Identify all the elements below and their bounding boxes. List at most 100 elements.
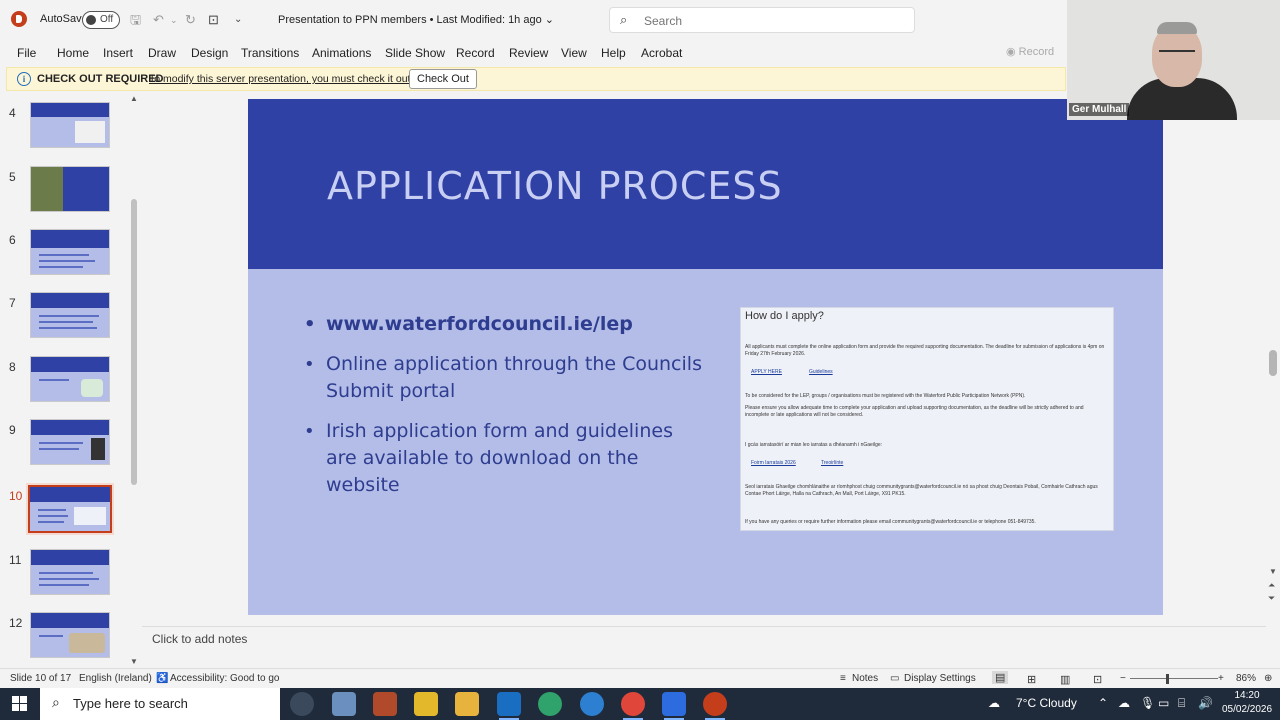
tab-view[interactable]: View	[561, 46, 587, 60]
thumbnail-number: 12	[9, 616, 23, 630]
tab-home[interactable]: Home	[57, 46, 89, 60]
weather-widget[interactable]: 7°C Cloudy	[1016, 696, 1077, 710]
scroll-down-icon[interactable]: ▼	[1269, 567, 1277, 576]
internet-explorer-icon[interactable]	[580, 692, 604, 716]
how-to-apply-screenshot[interactable]: How do I apply? All applicants must comp…	[740, 307, 1114, 531]
search-input[interactable]	[644, 12, 904, 30]
present-icon[interactable]: ⊡	[208, 12, 219, 28]
notes-icon[interactable]: ≡	[840, 673, 846, 684]
tab-slide-show[interactable]: Slide Show	[385, 46, 445, 60]
task-view-icon[interactable]	[290, 692, 314, 716]
scroll-down-icon[interactable]: ▼	[130, 657, 138, 666]
tab-record[interactable]: Record	[456, 46, 495, 60]
scrollbar-thumb[interactable]	[131, 199, 137, 485]
reading-view-icon[interactable]: ▥	[1060, 673, 1070, 686]
notes-toggle[interactable]: Notes	[852, 673, 878, 684]
zoom-slider-handle[interactable]	[1166, 674, 1169, 684]
battery-icon[interactable]: ▭	[1158, 696, 1169, 710]
weather-icon: ☁	[988, 696, 1000, 710]
display-settings-button[interactable]: Display Settings	[904, 673, 976, 684]
app-icon-2[interactable]	[373, 692, 397, 716]
fit-to-window-icon[interactable]: ⊕	[1264, 673, 1272, 684]
zoom-in-icon[interactable]: +	[1218, 673, 1224, 684]
tab-help[interactable]: Help	[601, 46, 626, 60]
slide-scrollbar[interactable]: ▼ ⏶ ⏷	[1266, 94, 1280, 668]
previous-slide-icon[interactable]: ⏶	[1268, 580, 1275, 591]
customize-toolbar-icon[interactable]: ⌄	[234, 12, 242, 28]
toggle-knob	[86, 15, 96, 25]
slide-sorter-icon[interactable]: ⊞	[1027, 673, 1036, 686]
zoom-out-icon[interactable]: −	[1120, 673, 1126, 684]
thumbnail-image	[30, 102, 110, 148]
thumbnail-slide-9[interactable]: 9	[0, 419, 130, 477]
taskbar-search-box[interactable]: ⌕ Type here to search	[40, 688, 280, 720]
undo-icon[interactable]: ↶	[153, 12, 164, 28]
next-slide-icon[interactable]: ⏷	[1268, 593, 1275, 604]
zoom-icon[interactable]	[662, 692, 686, 720]
onedrive-icon[interactable]: ☁	[1118, 696, 1130, 710]
thumbnail-number: 6	[9, 233, 16, 247]
accessibility-status[interactable]: Accessibility: Good to go	[170, 673, 280, 684]
thumbnail-image	[30, 166, 110, 212]
autosave-toggle[interactable]: Off	[82, 11, 120, 29]
tab-acrobat[interactable]: Acrobat	[641, 46, 682, 60]
search-box[interactable]: ⌕	[609, 7, 915, 33]
tab-insert[interactable]: Insert	[103, 46, 133, 60]
tab-transitions[interactable]: Transitions	[241, 46, 299, 60]
thumbnail-scrollbar[interactable]: ▲ ▼	[130, 94, 140, 668]
scrollbar-thumb[interactable]	[1269, 350, 1277, 376]
notes-pane[interactable]: Click to add notes	[142, 626, 1266, 652]
record-button[interactable]: ◉ Record	[1006, 45, 1054, 58]
file-explorer-icon[interactable]	[455, 692, 479, 716]
card-paragraph: To be considered for the LEP, groups / o…	[745, 393, 1026, 399]
slide-title[interactable]: APPLICATION PROCESS	[327, 164, 783, 208]
slideshow-view-icon[interactable]: ⊡	[1093, 673, 1102, 686]
save-icon[interactable]: 🖫	[130, 12, 141, 28]
thumbnail-image-active	[26, 483, 114, 535]
redo-icon[interactable]: ↻	[185, 12, 196, 28]
microphone-icon[interactable]: 🎙	[1140, 696, 1155, 710]
document-title[interactable]: Presentation to PPN members • Last Modif…	[278, 13, 554, 26]
slide-canvas[interactable]: APPLICATION PROCESS www.waterfordcouncil…	[248, 99, 1163, 615]
guidelines-link: Guidelines	[809, 369, 833, 375]
thumbnail-slide-12[interactable]: 12	[0, 612, 130, 668]
thumbnail-slide-6[interactable]: 6	[0, 229, 130, 287]
thumbnail-slide-11[interactable]: 11	[0, 549, 130, 607]
bullet-list[interactable]: www.waterfordcouncil.ie/lep Online appli…	[304, 311, 704, 512]
powerpoint-icon[interactable]	[703, 692, 727, 720]
chrome-icon[interactable]	[621, 692, 645, 720]
tab-animations[interactable]: Animations	[312, 46, 371, 60]
system-clock[interactable]: 14:20 05/02/2026	[1222, 689, 1272, 717]
powerpoint-logo-icon	[11, 11, 27, 27]
scroll-up-icon[interactable]: ▲	[130, 94, 138, 103]
undo-dropdown-icon[interactable]: ⌄	[170, 12, 178, 28]
thumbnail-slide-4[interactable]: 4	[0, 102, 130, 160]
checkout-infobar: i CHECK OUT REQUIRED To modify this serv…	[6, 67, 1066, 91]
normal-view-icon[interactable]: ▤	[992, 671, 1009, 684]
check-out-button[interactable]: Check Out	[409, 69, 477, 89]
zoom-level[interactable]: 86%	[1236, 673, 1256, 684]
outlook-icon[interactable]	[497, 692, 521, 720]
windows-start-icon[interactable]	[12, 696, 28, 712]
tray-chevron-icon[interactable]: ⌃	[1098, 696, 1108, 710]
tab-file[interactable]: File	[17, 46, 36, 60]
zoom-slider-track[interactable]	[1130, 678, 1218, 679]
irish-form-link: Foirm Iarratais 2026	[751, 460, 796, 466]
language-indicator[interactable]: English (Ireland)	[79, 673, 152, 684]
tab-review[interactable]: Review	[509, 46, 548, 60]
tab-design[interactable]: Design	[191, 46, 228, 60]
thumbnail-slide-7[interactable]: 7	[0, 292, 130, 350]
thumbnail-slide-8[interactable]: 8	[0, 356, 130, 414]
infobar-message-link[interactable]: To modify this server presentation, you …	[149, 73, 413, 85]
irish-guidelines-link: Treoirlínte	[821, 460, 844, 466]
thumbnail-number: 7	[9, 296, 16, 310]
thumbnail-slide-5[interactable]: 5	[0, 166, 130, 224]
app-icon-1[interactable]	[332, 692, 356, 716]
edge-icon[interactable]	[538, 692, 562, 716]
sticky-notes-icon[interactable]	[414, 692, 438, 716]
network-icon[interactable]: ⌸	[1178, 696, 1185, 711]
volume-icon[interactable]: 🔊	[1198, 696, 1213, 710]
thumbnail-slide-10[interactable]: 10	[0, 483, 130, 543]
tab-draw[interactable]: Draw	[148, 46, 176, 60]
display-settings-icon[interactable]: ▭	[890, 673, 899, 684]
